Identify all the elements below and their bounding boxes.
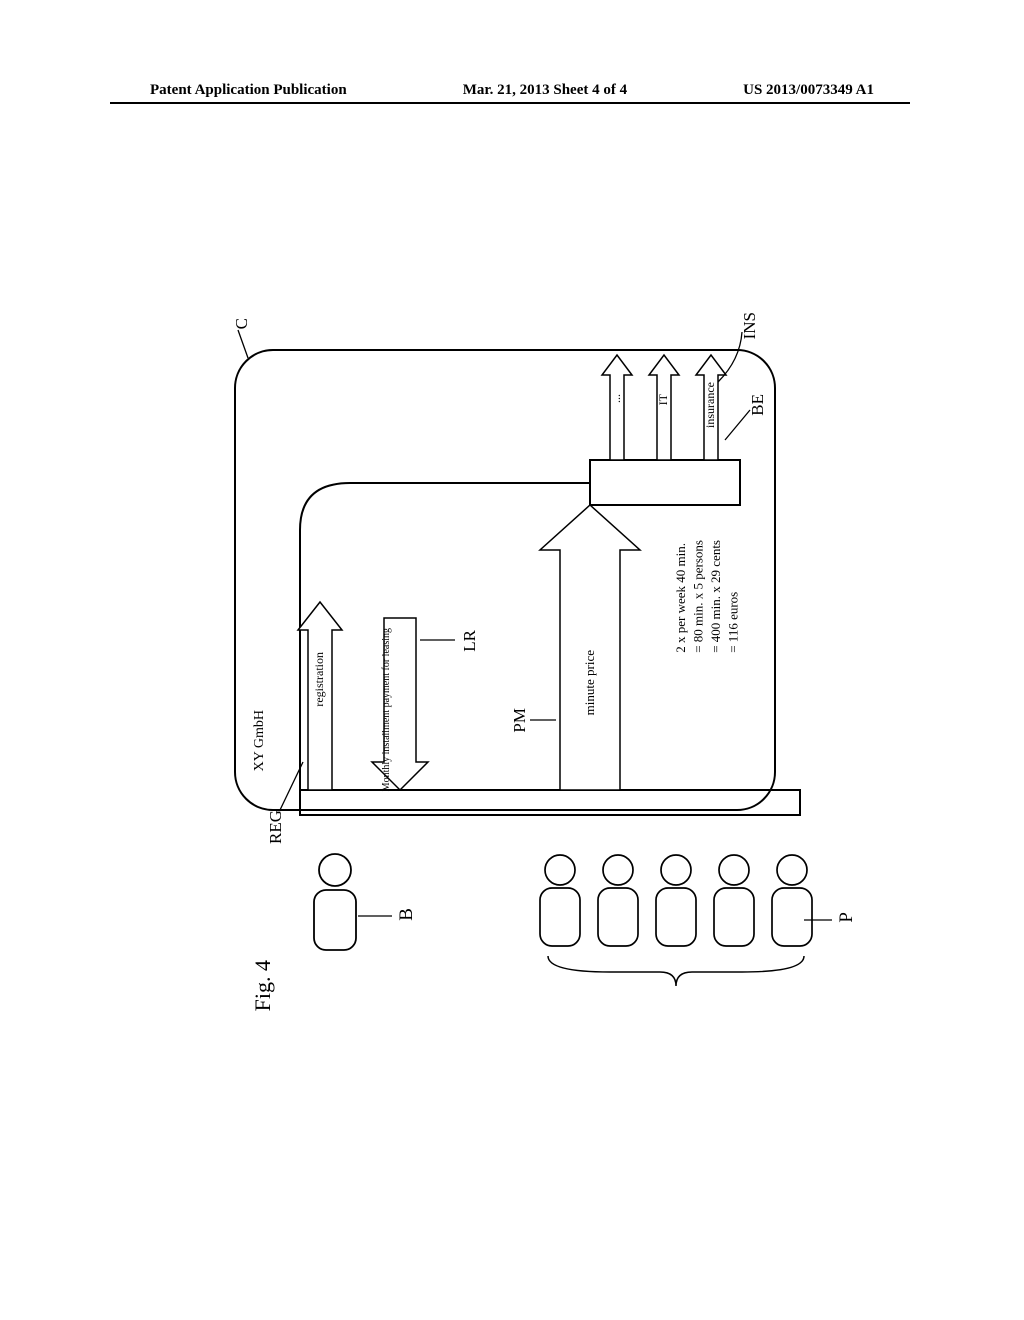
- label-be: BE: [748, 394, 768, 416]
- label-p: P: [836, 912, 858, 923]
- leader-c: [238, 330, 248, 358]
- leader-be: [725, 410, 750, 440]
- brace-p: [548, 956, 804, 986]
- persons-group: [540, 855, 812, 946]
- text-dots: ...: [609, 394, 624, 403]
- arrow-it: [649, 355, 679, 460]
- label-lr: LR: [460, 630, 480, 652]
- text-insurance: insurance: [703, 382, 718, 428]
- platform-bar: [300, 790, 800, 815]
- header-right: US 2013/0073349 A1: [743, 82, 874, 99]
- label-c: C: [232, 318, 252, 329]
- text-minute-price: minute price: [582, 650, 598, 715]
- company-name: XY GmbH: [252, 710, 268, 771]
- header-center: Mar. 21, 2013 Sheet 4 of 4: [463, 82, 627, 99]
- label-ins: INS: [740, 312, 760, 339]
- label-b: B: [396, 908, 418, 921]
- text-it: IT: [656, 394, 671, 405]
- label-reg: REG: [266, 810, 286, 844]
- arrow-dots: [602, 355, 632, 460]
- header-left: Patent Application Publication: [150, 82, 347, 99]
- calculation-block: 2 x per week 40 min. = 80 min. x 5 perso…: [672, 540, 742, 653]
- text-registration: registration: [312, 652, 327, 707]
- header-rule: [110, 102, 910, 104]
- operator-b: [314, 854, 356, 950]
- label-pm: PM: [510, 708, 530, 733]
- figure-canvas: XY GmbH C registration Monthly installme…: [0, 150, 1024, 1150]
- text-leasing: Monthly installment payment for leasing: [382, 628, 393, 791]
- diagram-svg: [0, 150, 1024, 1150]
- arrow-minute-price: [540, 505, 640, 790]
- connector-curve: [300, 483, 590, 794]
- figure-label: Fig. 4: [250, 960, 276, 1011]
- services-box: [590, 460, 740, 505]
